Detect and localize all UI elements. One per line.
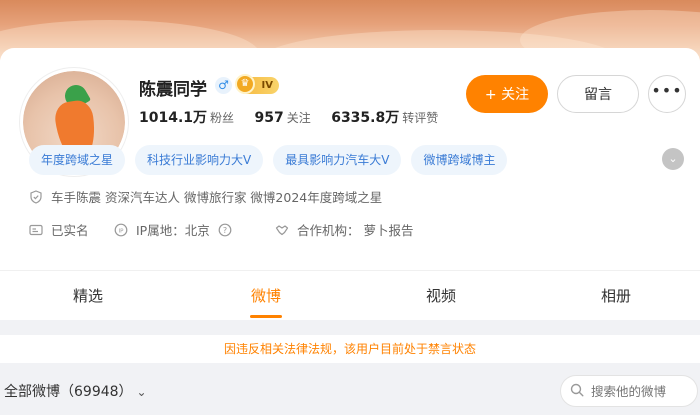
chevron-down-icon: ⌄ xyxy=(136,385,147,399)
feed-filter-label: 全部微博（69948） xyxy=(4,384,133,400)
tab-featured[interactable]: 精选 xyxy=(38,271,138,321)
male-gender-icon: ♂ xyxy=(215,77,232,94)
ip-icon: IP xyxy=(114,223,128,236)
vip-level-badge[interactable]: ♛ IV xyxy=(235,74,279,94)
profile-card: V 陈震同学 ♂ ♛ IV 1014.1万粉丝 957关注 6335.8万转评赞… xyxy=(0,48,700,270)
vip-level-text: IV xyxy=(261,80,273,91)
honor-tag[interactable]: 微博跨域博主 xyxy=(411,145,508,175)
chevron-down-icon[interactable]: ⌄ xyxy=(662,148,684,170)
following-label[interactable]: 关注 xyxy=(287,111,311,125)
likes-count: 6335.8万 xyxy=(331,110,400,126)
profile-tabs: 精选 微博 视频 相册 xyxy=(0,270,700,320)
svg-text:IP: IP xyxy=(119,228,125,234)
bio-row: 车手陈震 资深汽车达人 微博旅行家 微博2024年度跨域之星 xyxy=(29,187,382,206)
likes-label: 转评赞 xyxy=(402,111,439,125)
real-name-row: 已实名 xyxy=(29,220,89,239)
ip-location-row: IP IP属地：北京 ? xyxy=(114,220,240,239)
honor-tag[interactable]: 科技行业影响力大V xyxy=(135,145,264,175)
honor-tag[interactable]: 年度跨域之星 xyxy=(29,145,126,175)
tab-weibo[interactable]: 微博 xyxy=(216,271,316,321)
feed-filter-dropdown[interactable]: 全部微博（69948） ⌄ xyxy=(4,381,147,401)
search-icon xyxy=(570,383,584,397)
profile-name: 陈震同学 xyxy=(139,80,207,100)
followers-label[interactable]: 粉丝 xyxy=(210,111,234,125)
more-options-button[interactable]: ••• xyxy=(648,75,686,113)
shield-icon xyxy=(30,189,42,204)
following-count[interactable]: 957 xyxy=(255,110,284,126)
tab-videos[interactable]: 视频 xyxy=(391,271,491,321)
active-tab-indicator xyxy=(250,315,282,318)
bio-text: 车手陈震 资深汽车达人 微博旅行家 微博2024年度跨域之星 xyxy=(51,190,383,205)
cooperation-row: 合作机构： 萝卜报告 xyxy=(275,220,413,239)
real-name-text: 已实名 xyxy=(51,223,89,238)
tab-albums[interactable]: 相册 xyxy=(566,271,666,321)
ip-location-text: IP属地：北京 xyxy=(136,223,210,238)
honor-tags: 年度跨域之星 科技行业影响力大V 最具影响力汽车大V 微博跨域博主 xyxy=(29,145,508,175)
message-button[interactable]: 留言 xyxy=(557,75,639,113)
cooperation-text[interactable]: 合作机构： 萝卜报告 xyxy=(297,220,413,239)
handshake-icon xyxy=(275,224,289,235)
svg-text:?: ? xyxy=(223,226,227,235)
follow-button[interactable]: + 关注 xyxy=(466,75,548,113)
crown-icon: ♛ xyxy=(235,74,255,94)
id-card-icon xyxy=(29,224,43,235)
account-restriction-notice: 因违反相关法律法规，该用户目前处于禁言状态 xyxy=(0,335,700,363)
followers-count[interactable]: 1014.1万 xyxy=(139,110,207,126)
profile-stats: 1014.1万 粉丝 957 关注 6335.8万 转评赞 xyxy=(139,107,454,127)
honor-tag[interactable]: 最具影响力汽车大V xyxy=(273,145,402,175)
feed-filter-bar: 全部微博（69948） ⌄ xyxy=(0,366,700,415)
question-circle-icon[interactable]: ? xyxy=(218,223,232,237)
